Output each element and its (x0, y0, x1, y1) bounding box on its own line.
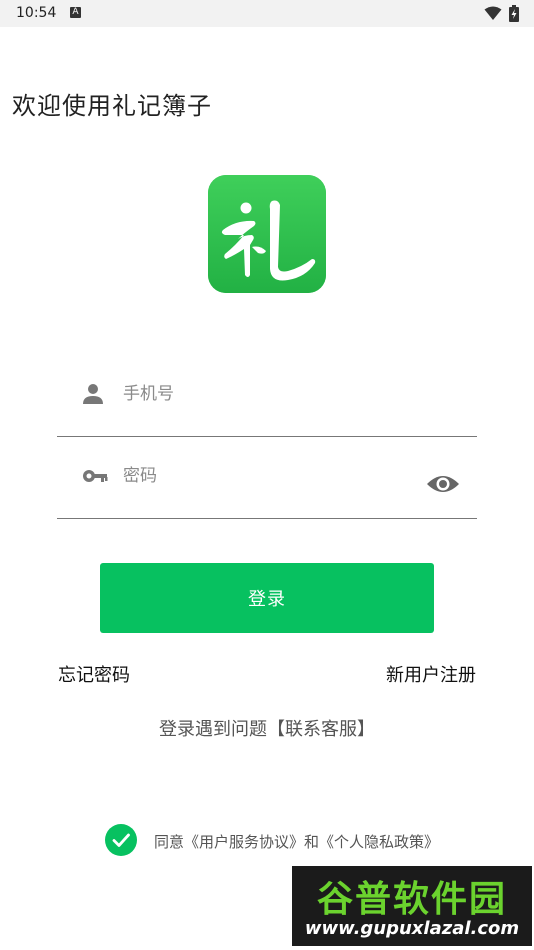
battery-charging-icon (509, 5, 519, 22)
help-contact-link[interactable]: 登录遇到问题【联系客服】 (0, 715, 534, 741)
notification-icon: A (70, 7, 81, 18)
status-time: 10:54 (16, 5, 57, 21)
logo-glyph (208, 175, 326, 293)
register-link[interactable]: 新用户注册 (386, 661, 476, 687)
key-icon (83, 470, 108, 482)
watermark-url: www.gupuxlazal.com (304, 918, 520, 939)
password-field (57, 458, 477, 519)
phone-field (57, 376, 477, 437)
status-bar: 10:54 A (0, 0, 534, 27)
eye-icon[interactable] (426, 472, 460, 496)
person-icon (83, 384, 103, 404)
agreement-text[interactable]: 同意《用户服务协议》和《个人隐私政策》 (154, 831, 439, 852)
agree-checkbox[interactable] (105, 824, 137, 856)
app-logo (208, 175, 326, 293)
welcome-title: 欢迎使用礼记簿子 (12, 92, 212, 120)
password-input[interactable] (121, 458, 415, 494)
phone-input[interactable] (121, 376, 415, 412)
login-button[interactable]: 登录 (100, 563, 434, 633)
forgot-password-link[interactable]: 忘记密码 (58, 661, 130, 687)
watermark-badge: 谷普软件园 www.gupuxlazal.com (292, 866, 532, 946)
watermark-title: 谷普软件园 (316, 879, 507, 920)
wifi-icon (484, 6, 502, 20)
